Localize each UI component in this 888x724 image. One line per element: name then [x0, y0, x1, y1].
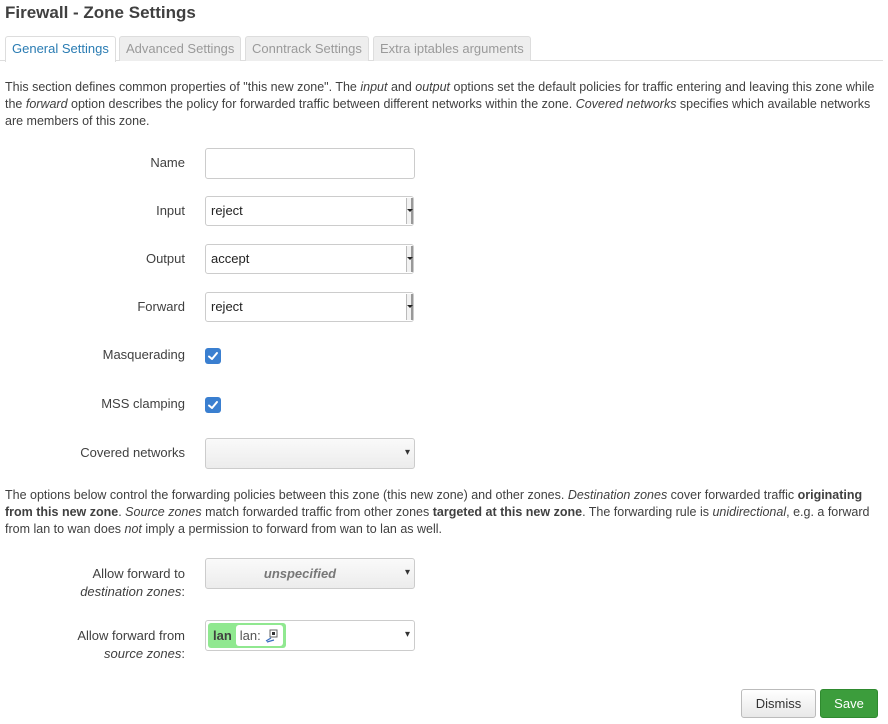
dest-zones-value: unspecified [263, 566, 337, 581]
tab-advanced-settings[interactable]: Advanced Settings [119, 36, 242, 61]
chevron-down-icon: ▾ [404, 447, 410, 458]
forwarding-description: The options below control the forwarding… [5, 488, 870, 536]
output-label: Output [145, 251, 185, 266]
masquerading-checkbox[interactable] [205, 348, 221, 364]
name-label: Name [150, 155, 185, 170]
output-policy-select[interactable]: accept [205, 244, 414, 274]
save-button[interactable]: Save [820, 689, 878, 718]
covered-networks-dropdown[interactable]: ▾ [205, 438, 415, 469]
covered-networks-label: Covered networks [80, 445, 185, 460]
input-policy-select[interactable]: reject [205, 196, 414, 226]
forward-label: Forward [137, 299, 185, 314]
tab-bar: General Settings Advanced Settings Connt… [0, 36, 883, 62]
zone-settings-page: Firewall - Zone Settings General Setting… [0, 0, 888, 724]
output-policy-value: accept [211, 251, 250, 266]
dest-zones-dropdown[interactable]: unspecified ▾ [205, 558, 415, 589]
zone-name: lan [213, 628, 232, 643]
zone-networks: lan: [235, 625, 283, 646]
mss-clamping-label: MSS clamping [101, 396, 185, 411]
dismiss-button[interactable]: Dismiss [741, 689, 816, 718]
tab-conntrack-settings[interactable]: Conntrack Settings [245, 36, 369, 61]
forward-policy-select[interactable]: reject [205, 292, 414, 322]
input-policy-value: reject [211, 203, 243, 218]
page-title: Firewall - Zone Settings [5, 3, 196, 22]
name-input[interactable] [205, 148, 415, 179]
src-zones-label: Allow forward from source zones: [77, 628, 185, 661]
chevron-down-icon [406, 294, 413, 320]
chevron-down-icon: ▾ [404, 629, 410, 640]
input-label: Input [156, 203, 185, 218]
src-zones-dropdown[interactable]: lan lan: ▾ [205, 620, 415, 651]
network-icon [265, 629, 279, 643]
chevron-down-icon [406, 198, 413, 224]
dest-zones-label: Allow forward to destination zones: [80, 566, 185, 599]
check-icon [208, 401, 218, 409]
forward-policy-value: reject [211, 299, 243, 314]
tab-general-settings[interactable]: General Settings [5, 36, 116, 62]
chevron-down-icon [406, 246, 413, 272]
chevron-down-icon: ▾ [404, 567, 410, 578]
zone-badge-lan: lan lan: [208, 623, 286, 648]
tab-extra-iptables-arguments[interactable]: Extra iptables arguments [373, 36, 531, 61]
general-description: This section defines common properties o… [5, 80, 875, 128]
mss-clamping-checkbox[interactable] [205, 397, 221, 413]
masquerading-label: Masquerading [102, 347, 185, 362]
check-icon [208, 352, 218, 360]
